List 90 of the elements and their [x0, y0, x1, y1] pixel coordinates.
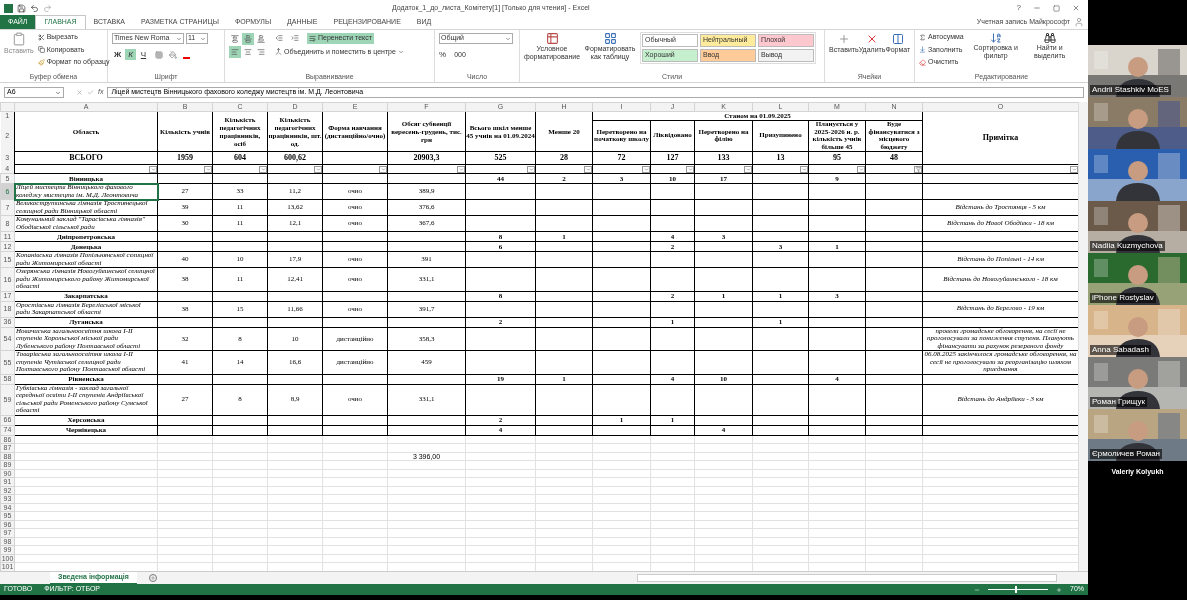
total-cell: 20903,3: [387, 151, 466, 165]
caret-icon: [55, 89, 61, 96]
filter-dropdown-button[interactable]: [379, 165, 387, 173]
indent-icon[interactable]: [291, 34, 299, 43]
fill-color-icon[interactable]: [169, 50, 177, 59]
grid-icon: [603, 32, 617, 45]
filter-dropdown-button[interactable]: [457, 165, 465, 173]
avatar-icon[interactable]: [1074, 17, 1084, 27]
total-cell: 13: [752, 151, 809, 165]
filter-dropdown-button[interactable]: [527, 165, 535, 173]
total-cell: 133: [694, 151, 753, 165]
binoculars-icon: [1043, 32, 1056, 44]
help-button[interactable]: ?: [1016, 2, 1021, 14]
align-button[interactable]: [229, 33, 241, 45]
total-cell: 1959: [157, 151, 213, 165]
align-button[interactable]: [229, 46, 241, 58]
filter-dropdown-button[interactable]: [149, 165, 157, 173]
redo-icon[interactable]: [43, 3, 52, 13]
font-style-button[interactable]: К: [125, 49, 136, 60]
align-icon: [244, 35, 252, 43]
merge-icon: [275, 48, 282, 56]
align-button[interactable]: [255, 46, 267, 58]
participant-name: Nadiia Kuzmychova: [1090, 241, 1165, 251]
cancel-icon[interactable]: [76, 89, 83, 96]
align-icon: [257, 48, 265, 56]
minimize-icon[interactable]: [1033, 4, 1041, 12]
participant-name: Єрмоличев Роман: [1090, 449, 1162, 459]
maximize-icon[interactable]: [1053, 4, 1060, 12]
align-button[interactable]: [242, 46, 254, 58]
paintbrush-icon: [37, 58, 45, 66]
down-arrow-icon: [919, 46, 926, 54]
total-cell: 127: [650, 151, 695, 165]
scissors-icon: [37, 33, 45, 41]
total-cell: 28: [535, 151, 593, 165]
sort-icon: [989, 32, 1002, 44]
filter-dropdown-button[interactable]: [259, 165, 267, 173]
align-button[interactable]: [255, 33, 267, 45]
align-icon: [244, 48, 252, 56]
filter-dropdown-button[interactable]: [857, 165, 865, 173]
total-cell: 48: [865, 151, 923, 165]
outdent-icon[interactable]: [275, 34, 283, 43]
total-cell: 604: [212, 151, 268, 165]
total-cell: ВСЬОГО: [14, 151, 158, 165]
align-icon: [231, 35, 239, 43]
save-icon[interactable]: [17, 3, 26, 13]
filter-active-button[interactable]: [914, 165, 922, 173]
total-cell: 72: [592, 151, 651, 165]
borders-icon[interactable]: [155, 50, 163, 59]
vertical-scrollbar[interactable]: [1078, 102, 1088, 571]
sigma-icon: [919, 33, 926, 41]
table-icon: [545, 32, 559, 45]
total-cell: 95: [808, 151, 866, 165]
align-button[interactable]: [242, 33, 254, 45]
columns-icon: [891, 33, 904, 45]
horizontal-scrollbar[interactable]: [636, 574, 1057, 582]
caret-icon: [397, 48, 404, 55]
font-style-button[interactable]: Ч: [138, 49, 149, 60]
caret-icon: [505, 35, 511, 42]
filter-dropdown-button[interactable]: [642, 165, 650, 173]
zoom-out-icon[interactable]: [974, 586, 980, 593]
total-cell: 525: [465, 151, 536, 165]
participant-name: Anna Sabadash: [1090, 345, 1151, 355]
excel-logo-icon[interactable]: [4, 3, 13, 13]
caret-icon: [176, 35, 182, 42]
copy-icon: [37, 46, 45, 54]
close-icon[interactable]: [1072, 4, 1080, 12]
plus-icon: [837, 33, 850, 45]
filter-dropdown-button[interactable]: [1070, 165, 1078, 173]
participant-name: Andrii Stashkiv MoES: [1090, 85, 1171, 95]
font-style-button[interactable]: Ж: [112, 49, 123, 60]
undo-icon[interactable]: [30, 3, 39, 13]
align-icon: [231, 48, 239, 56]
eraser-icon: [919, 58, 926, 66]
clipboard-icon: [11, 32, 26, 46]
total-cell: 600,62: [267, 151, 323, 165]
filter-dropdown-button[interactable]: [744, 165, 752, 173]
zoom-in-icon[interactable]: [1056, 586, 1062, 593]
participant-name: Роман Грищук: [1090, 397, 1147, 407]
enter-icon[interactable]: [87, 89, 94, 96]
filter-dropdown-button[interactable]: [584, 165, 592, 173]
filter-dropdown-button[interactable]: [204, 165, 212, 173]
align-icon: [257, 35, 265, 43]
caret-icon: [200, 35, 206, 42]
filter-dropdown-button[interactable]: [686, 165, 694, 173]
percent-button[interactable]: %: [439, 49, 447, 61]
filter-dropdown-button[interactable]: [314, 165, 322, 173]
wrap-icon: [309, 34, 316, 42]
participant-name: iPhone Rostyslav: [1090, 293, 1156, 303]
filter-dropdown-button[interactable]: [800, 165, 808, 173]
add-sheet-icon[interactable]: [148, 574, 157, 582]
